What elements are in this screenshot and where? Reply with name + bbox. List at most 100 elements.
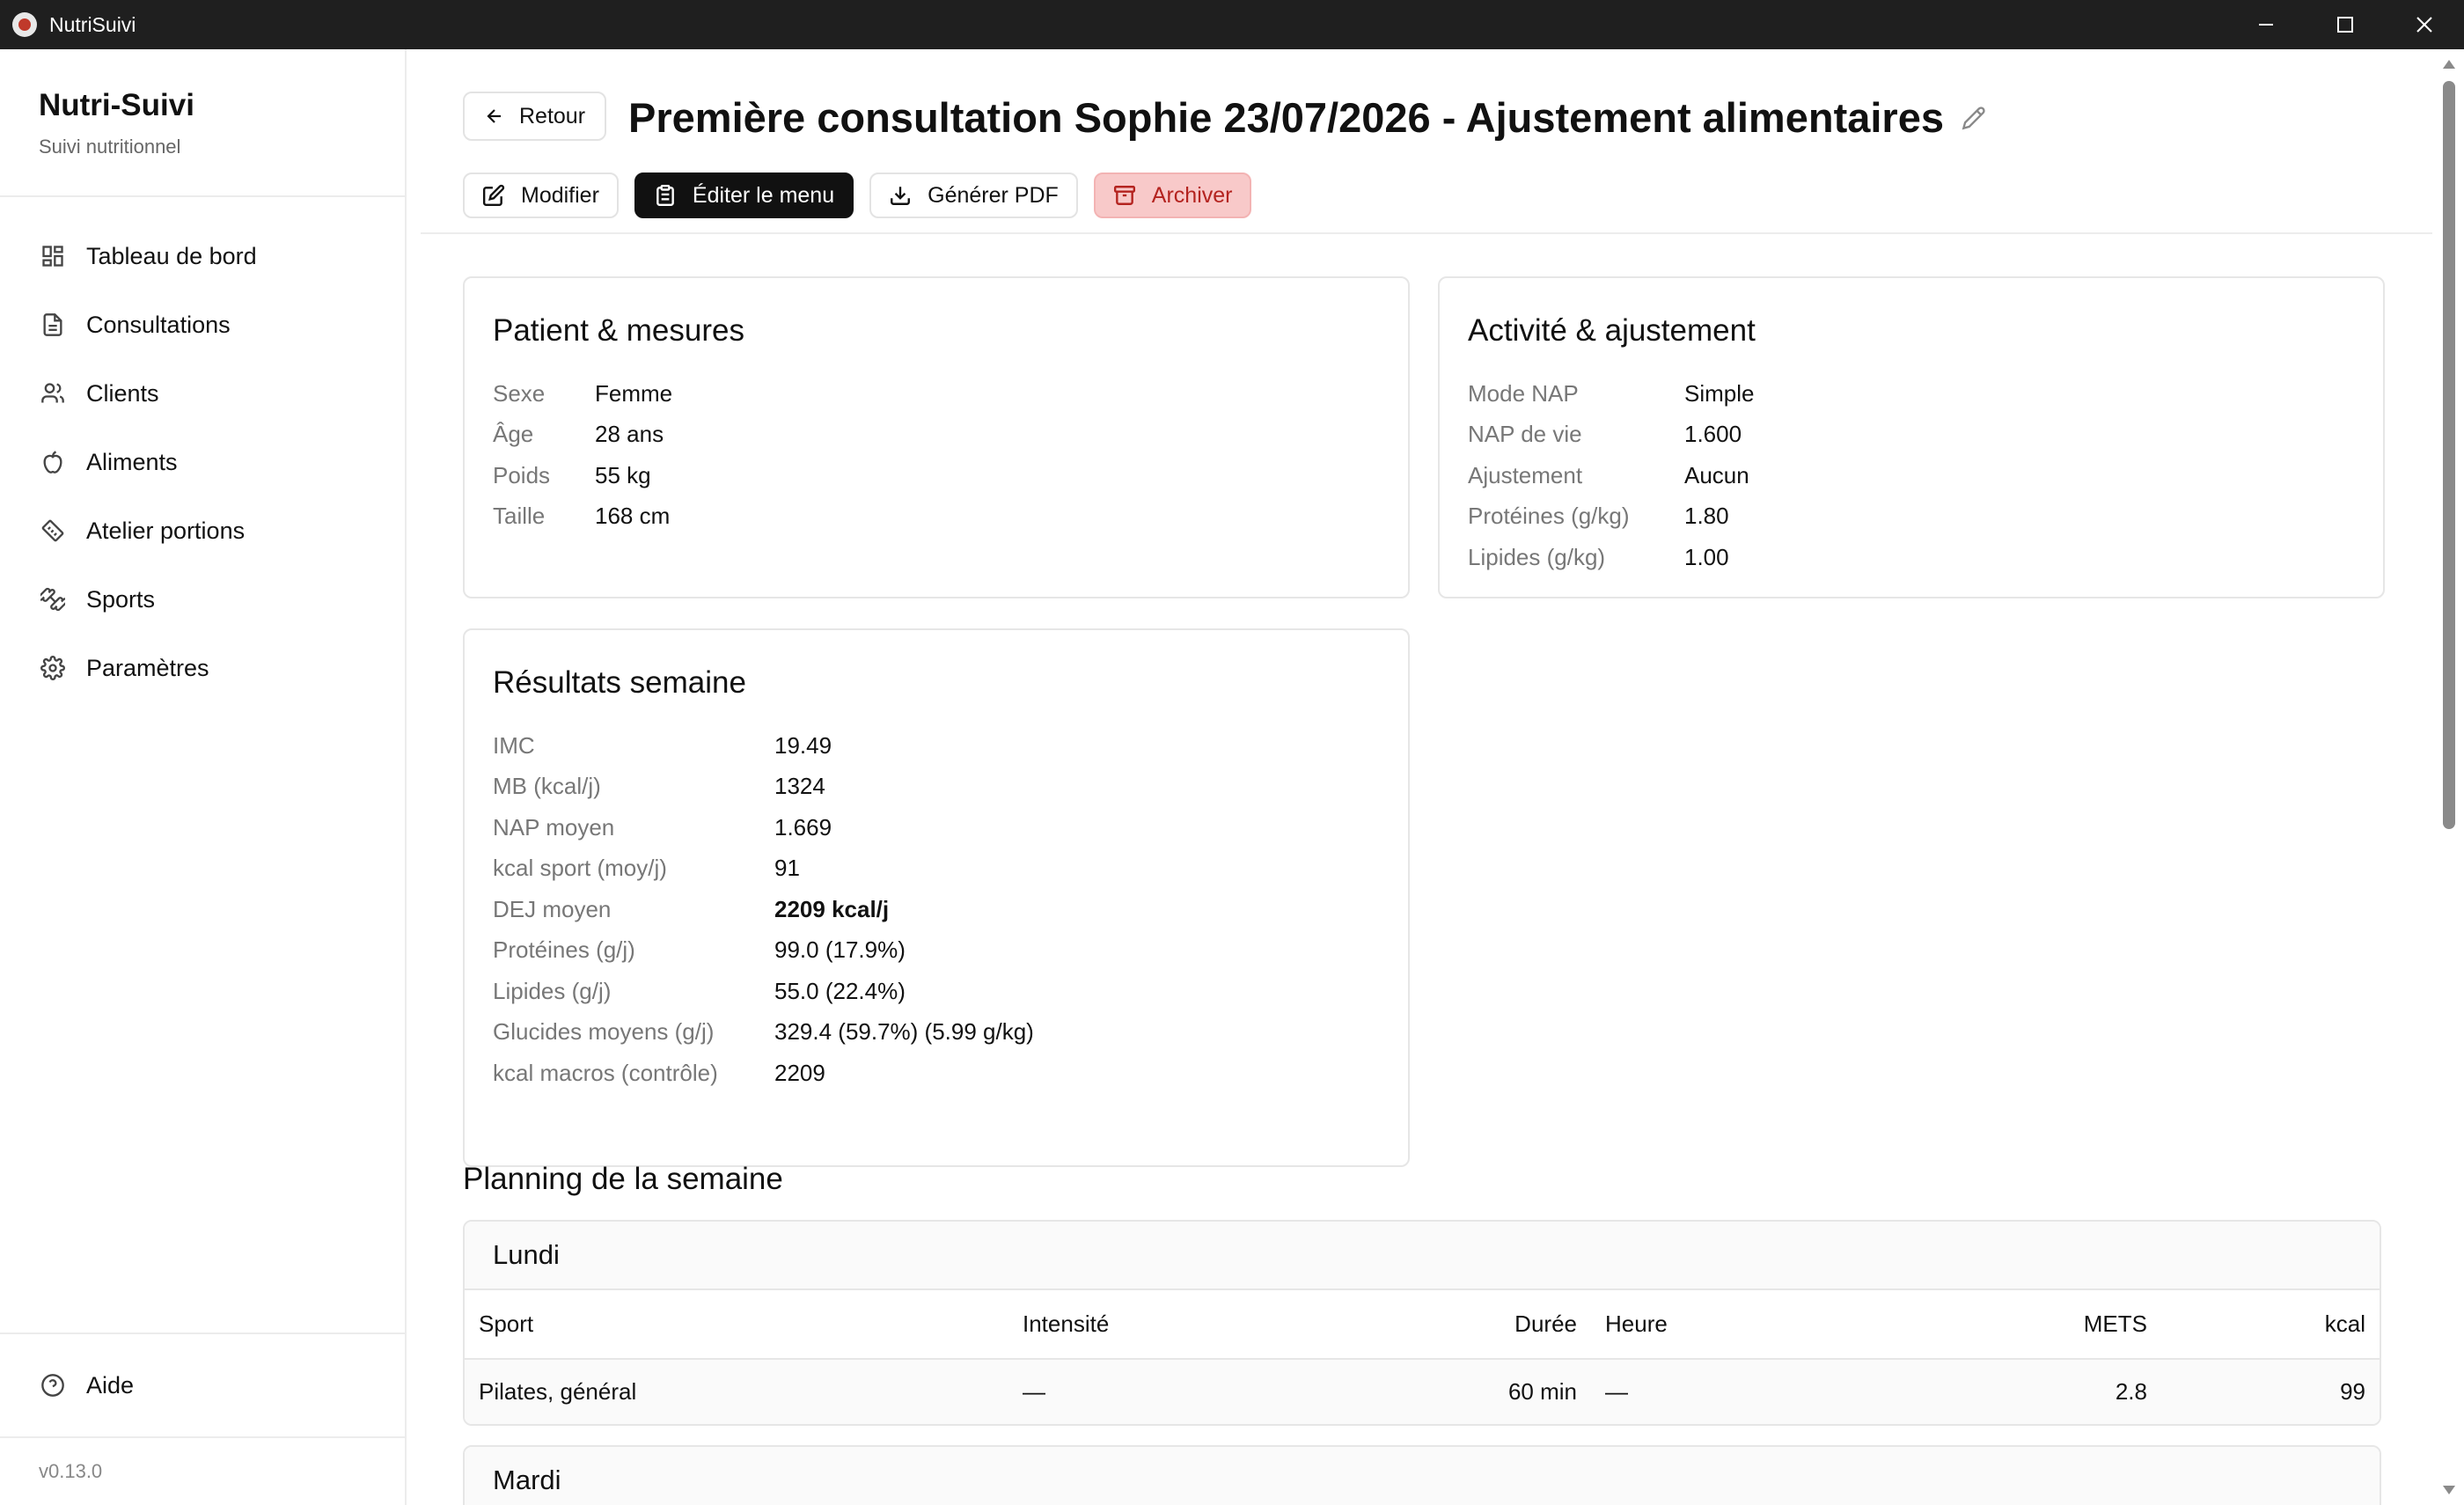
maximize-button[interactable] xyxy=(2306,0,2385,49)
edit-menu-button[interactable]: Éditer le menu xyxy=(634,173,854,218)
detail-row: Taille 168 cm xyxy=(493,496,672,538)
result-row: kcal macros (contrôle) 2209 xyxy=(493,1053,1034,1094)
edit-menu-label: Éditer le menu xyxy=(692,182,835,208)
cell-kcal: 99 xyxy=(2161,1359,2380,1424)
detail-value: 28 ans xyxy=(595,421,664,448)
sidebar-nav: Tableau de bord Consultations Clients Al… xyxy=(0,197,405,702)
dumbbell-icon xyxy=(39,585,67,613)
apple-icon xyxy=(39,448,67,476)
sidebar-item-label: Aliments xyxy=(86,448,178,475)
back-label: Retour xyxy=(519,103,586,128)
dashboard-icon xyxy=(39,242,67,270)
result-value: 19.49 xyxy=(774,731,832,759)
sidebar-item-parametres[interactable]: Paramètres xyxy=(0,634,405,702)
result-row: Protéines (g/j) 99.0 (17.9%) xyxy=(493,930,1034,972)
scrollbar-thumb[interactable] xyxy=(2443,81,2455,829)
detail-row: NAP de vie 1.600 xyxy=(1468,415,1754,456)
result-key: kcal macros (contrôle) xyxy=(493,1059,718,1086)
cell-sport: Pilates, général xyxy=(465,1359,1008,1424)
minimize-button[interactable] xyxy=(2226,0,2306,49)
sidebar-item-dashboard[interactable]: Tableau de bord xyxy=(0,222,405,290)
sidebar-item-atelier-portions[interactable]: Atelier portions xyxy=(0,496,405,565)
result-key: Protéines (g/j) xyxy=(493,936,635,964)
result-value: 99.0 (17.9%) xyxy=(774,936,906,964)
detail-value: 1.600 xyxy=(1684,421,1742,448)
close-icon xyxy=(2416,17,2432,33)
detail-key: Ajustement xyxy=(1468,461,1583,488)
brand-subtitle: Suivi nutritionnel xyxy=(39,136,181,158)
column-header-kcal: kcal xyxy=(2161,1290,2380,1360)
result-value: 91 xyxy=(774,855,800,882)
result-value-highlight: 2209 kcal/j xyxy=(774,895,890,922)
detail-value: Femme xyxy=(595,379,673,407)
sidebar-item-aliments[interactable]: Aliments xyxy=(0,428,405,496)
back-button[interactable]: Retour xyxy=(463,92,607,141)
pencil-icon[interactable] xyxy=(1962,106,1986,130)
result-row: Glucides moyens (g/j) 329.4 (59.7%) (5.99… xyxy=(493,1012,1034,1054)
archive-button[interactable]: Archiver xyxy=(1093,173,1252,218)
sidebar-item-sports[interactable]: Sports xyxy=(0,565,405,634)
activity-details: Mode NAP Simple NAP de vie 1.600 Ajustemen… xyxy=(1468,373,1754,578)
detail-key: Lipides (g/kg) xyxy=(1468,543,1606,570)
sidebar-item-clients[interactable]: Clients xyxy=(0,359,405,428)
detail-key: Poids xyxy=(493,461,551,488)
result-key: Glucides moyens (g/j) xyxy=(493,1018,715,1046)
sidebar-item-label: Sports xyxy=(86,585,156,613)
day-name: Lundi xyxy=(465,1222,2380,1290)
scroll-up-arrow-icon[interactable] xyxy=(2441,58,2457,70)
arrow-left-icon xyxy=(487,109,501,123)
result-row: DEJ moyen 2209 kcal/j xyxy=(493,889,1034,930)
help-label: Aide xyxy=(86,1371,135,1399)
detail-value: Aucun xyxy=(1684,461,1749,488)
day-name: Mardi xyxy=(465,1447,2380,1505)
close-button[interactable] xyxy=(2385,0,2464,49)
detail-row: Lipides (g/kg) 1.00 xyxy=(1468,537,1754,578)
table-row[interactable]: Pilates, général — 60 min — 2.8 99 xyxy=(465,1359,2380,1424)
scroll-down-arrow-icon[interactable] xyxy=(2441,1484,2457,1496)
page-title: Première consultation Sophie 23/07/2026 … xyxy=(628,92,1986,144)
sidebar-item-aide[interactable]: Aide xyxy=(0,1332,405,1436)
help-icon xyxy=(39,1371,67,1399)
ruler-icon xyxy=(39,517,67,545)
detail-key: Sexe xyxy=(493,379,546,407)
detail-key: Âge xyxy=(493,421,534,448)
column-header-sport: Sport xyxy=(465,1290,1008,1360)
sidebar-item-consultations[interactable]: Consultations xyxy=(0,290,405,359)
result-row: IMC 19.49 xyxy=(493,725,1034,767)
detail-value: 1.80 xyxy=(1684,503,1729,530)
cell-intensity: — xyxy=(1008,1359,1380,1424)
sidebar-item-label: Tableau de bord xyxy=(86,242,257,269)
brand-name: Nutri-Suivi xyxy=(39,88,194,122)
main-scrollbar[interactable] xyxy=(2432,49,2464,1505)
table-header-row: Sport Intensité Durée Heure METS kcal xyxy=(465,1290,2380,1360)
detail-row: Mode NAP Simple xyxy=(1468,373,1754,415)
results-card-title: Résultats semaine xyxy=(493,665,746,700)
gear-icon xyxy=(39,654,67,682)
detail-key: NAP de vie xyxy=(1468,421,1582,448)
detail-row: Sexe Femme xyxy=(493,373,672,415)
detail-value: 1.00 xyxy=(1684,543,1729,570)
edit-icon xyxy=(482,184,505,207)
cell-hour: — xyxy=(1591,1359,1918,1424)
sidebar-item-label: Clients xyxy=(86,379,159,407)
archive-label: Archiver xyxy=(1151,182,1233,208)
generate-pdf-button[interactable]: Générer PDF xyxy=(869,173,1078,218)
patient-card: Patient & mesures Sexe Femme Âge 28 ans Po… xyxy=(463,276,1410,598)
detail-key: Mode NAP xyxy=(1468,379,1579,407)
activity-card: Activité & ajustement Mode NAP Simple NAP… xyxy=(1438,276,2385,598)
result-value: 55.0 (22.4%) xyxy=(774,977,906,1004)
column-header-duration: Durée xyxy=(1380,1290,1591,1360)
patient-card-title: Patient & mesures xyxy=(493,313,744,348)
day-card-lundi: Lundi Sport Intensité Durée Heure METS k… xyxy=(463,1220,2381,1426)
results-card: Résultats semaine IMC 19.49 MB (kcal/j) 13… xyxy=(463,628,1410,1167)
page-title-text: Première consultation Sophie 23/07/2026 … xyxy=(628,94,1944,141)
app-version: v0.13.0 xyxy=(0,1436,405,1505)
result-key: kcal sport (moy/j) xyxy=(493,855,667,882)
result-key: DEJ moyen xyxy=(493,895,612,922)
day-card-mardi: Mardi xyxy=(463,1445,2381,1505)
window-titlebar: NutriSuivi xyxy=(0,0,2464,49)
column-header-hour: Heure xyxy=(1591,1290,1918,1360)
cell-duration: 60 min xyxy=(1380,1359,1591,1424)
detail-key: Taille xyxy=(493,503,546,530)
edit-button[interactable]: Modifier xyxy=(463,173,619,218)
